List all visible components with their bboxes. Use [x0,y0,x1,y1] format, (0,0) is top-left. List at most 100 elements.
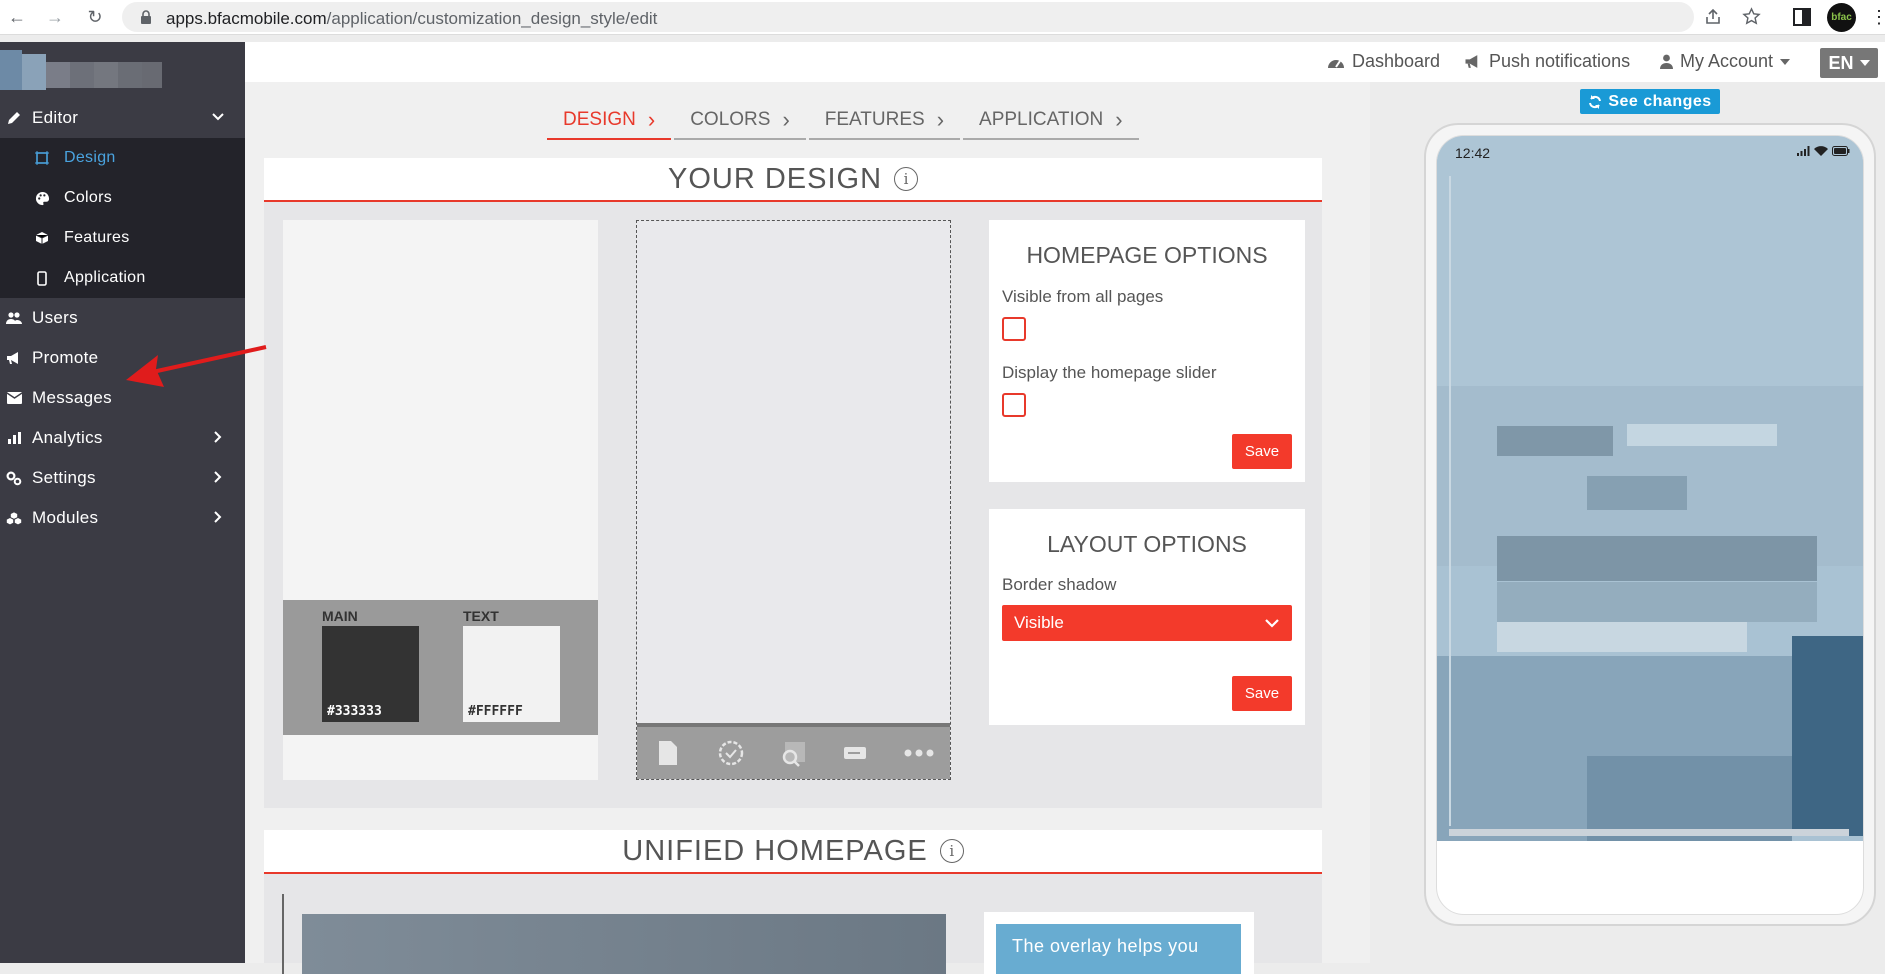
dashboard-icon [1328,59,1344,68]
see-changes-label: See changes [1608,92,1712,110]
sidebar-item-label: Analytics [32,428,103,447]
layout-save-button[interactable]: Save [1232,676,1292,711]
visible-all-pages-checkbox[interactable] [1002,317,1026,341]
mobile-icon [34,270,50,286]
sidebar-item-analytics[interactable]: Analytics [0,418,245,458]
my-account-menu[interactable]: My Account [1660,51,1791,72]
chevron-right-icon [214,431,222,443]
search-photo-icon [778,738,808,768]
reload-icon[interactable]: ↻ [84,6,106,28]
homepage-save-button[interactable]: Save [1232,434,1292,469]
refresh-icon [1589,94,1602,109]
your-design-header: YOUR DESIGN i [264,158,1322,202]
profile-avatar[interactable]: bfac [1827,3,1856,32]
sidebar: Editor Design Colors Features Applicatio… [0,42,245,963]
battery-icon [1832,146,1850,156]
share-icon[interactable] [1704,8,1722,26]
main-color-label: MAIN [322,608,358,624]
info-icon[interactable]: i [939,839,964,863]
ticket-icon [841,738,871,768]
step-colors[interactable]: COLORS › [674,102,806,140]
step-application[interactable]: APPLICATION › [963,102,1139,140]
border-shadow-select[interactable]: Visible [1002,605,1292,641]
browser-chrome: ← → ↻ apps.bfacmobile.com/application/cu… [0,0,1885,35]
text-color-value: #FFFFFF [468,704,523,719]
top-bar: Dashboard Push notifications My Account … [245,42,1885,82]
sidebar-item-label: Users [32,308,78,327]
sidebar-item-users[interactable]: Users [0,298,245,338]
envelope-icon [6,390,22,406]
star-icon[interactable] [1742,7,1761,26]
sidebar-toggle-icon[interactable] [1793,6,1811,28]
app-screen-preview[interactable] [636,220,951,780]
overlay-card: The overlay helps you [984,912,1254,974]
sidebar-item-label: Messages [32,388,112,407]
dashboard-label: Dashboard [1352,51,1441,71]
panel-title: YOUR DESIGN [667,162,883,195]
editor-submenu: Design Colors Features Application [0,138,245,298]
text-color-swatch[interactable]: #FFFFFF [463,626,560,722]
language-selector[interactable]: EN [1820,48,1878,78]
sidebar-item-modules[interactable]: Modules [0,498,245,538]
wifi-icon [1814,146,1828,156]
border-shadow-value: Visible [1014,613,1064,632]
homepage-options-card: HOMEPAGE OPTIONS Visible from all pages … [989,220,1305,482]
unified-homepage-panel: UNIFIED HOMEPAGE i The overlay helps you [264,830,1322,974]
logo [0,50,165,90]
caret-down-icon [1780,58,1791,65]
megaphone-icon [6,350,22,366]
step-design[interactable]: DESIGN › [547,102,672,140]
chevron-down-icon [212,113,224,121]
annotation-arrow-icon [126,345,267,387]
preview-tab-bar [637,723,950,779]
main-color-value: #333333 [327,704,382,719]
overlay-tip: The overlay helps you [996,924,1241,974]
megaphone-icon [1465,55,1478,68]
menu-dots-icon[interactable]: ⋮ [1870,6,1885,28]
users-icon [6,310,22,326]
see-changes-button[interactable]: See changes [1580,89,1720,114]
forward-arrow-icon[interactable]: → [44,6,66,28]
push-notifications-link[interactable]: Push notifications [1464,51,1630,72]
chart-icon [6,430,22,446]
border-shadow-label: Border shadow [1002,575,1117,594]
user-icon [1660,54,1673,69]
homepage-options-title: HOMEPAGE OPTIONS [1026,242,1268,268]
back-arrow-icon[interactable]: ← [6,6,28,28]
design-icon [34,150,50,166]
caret-down-icon [1859,60,1870,66]
visible-all-pages-label: Visible from all pages [1002,287,1164,306]
wizard-steps: DESIGN › COLORS › FEATURES › APPLICATION › [547,102,1142,140]
sidebar-item-label: Editor [32,108,79,127]
unified-homepage-body: The overlay helps you [264,874,1322,974]
chevron-down-icon [1265,619,1279,628]
sidebar-item-application[interactable]: Application [0,258,245,298]
dashboard-link[interactable]: Dashboard [1327,51,1440,72]
chevron-right-icon [214,471,222,483]
sidebar-item-features[interactable]: Features [0,218,245,258]
pencil-icon [6,110,22,126]
info-icon[interactable]: i [894,167,919,191]
more-dots-icon [904,738,934,768]
sidebar-item-settings[interactable]: Settings [0,458,245,498]
homepage-slider-label: Display the homepage slider [1002,363,1217,382]
url-text: apps.bfacmobile.com/application/customiz… [166,9,658,28]
address-bar[interactable]: apps.bfacmobile.com/application/customiz… [122,2,1761,32]
language-label: EN [1828,52,1854,73]
homepage-slider-checkbox[interactable] [1002,393,1026,417]
main-color-swatch[interactable]: #333333 [322,626,419,722]
layout-options-title: LAYOUT OPTIONS [1047,531,1247,557]
sidebar-item-label: Design [64,149,116,166]
sidebar-item-label: Colors [64,189,113,206]
sidebar-item-design[interactable]: Design [0,138,245,178]
sidebar-item-editor[interactable]: Editor [0,98,245,138]
phone-preview: 12:42 [1424,123,1876,926]
phone-screen: 12:42 [1436,135,1864,915]
your-design-panel: YOUR DESIGN i MAIN TEXT #333333 #FFFFFF [264,158,1322,808]
cogs-icon [6,470,22,486]
step-features[interactable]: FEATURES › [808,102,961,140]
layout-preview[interactable]: MAIN TEXT #333333 #FFFFFF [283,220,598,780]
my-account-label: My Account [1680,51,1774,71]
divider [282,894,284,974]
sidebar-item-colors[interactable]: Colors [0,178,245,218]
